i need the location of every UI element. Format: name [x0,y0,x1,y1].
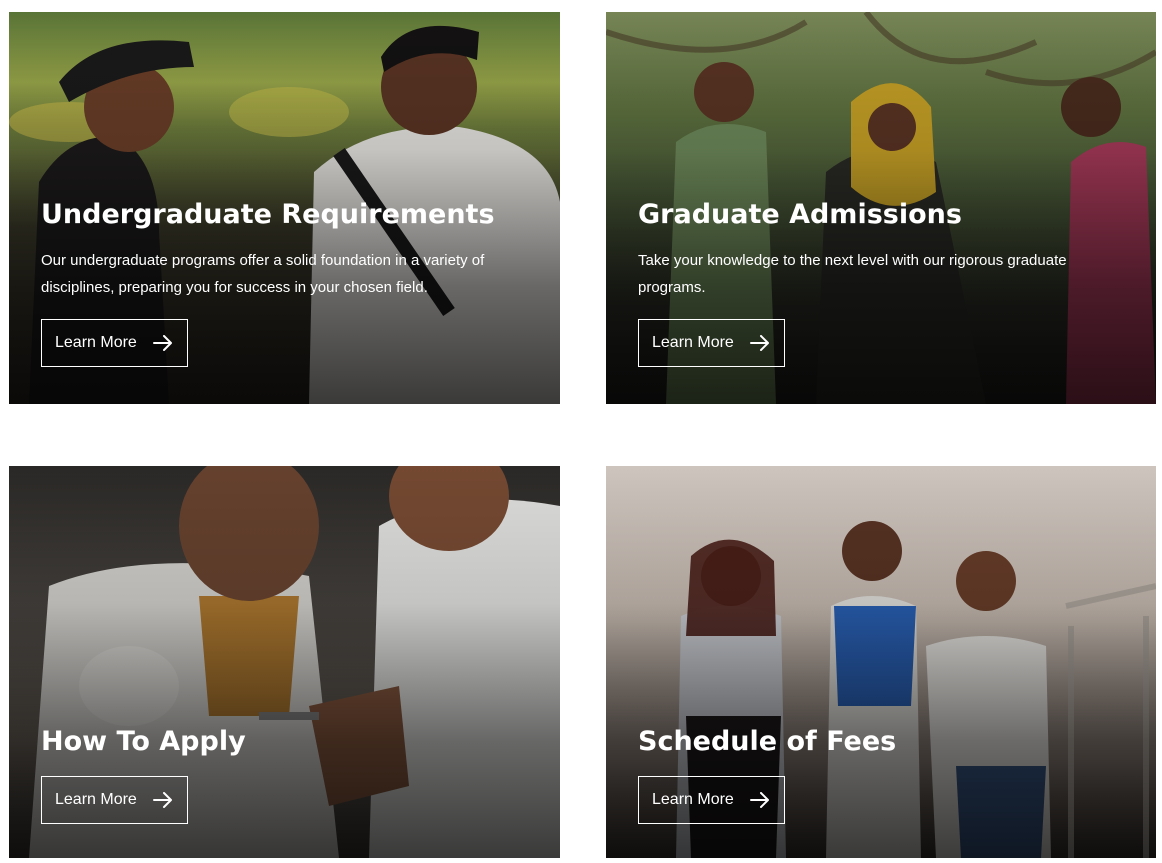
card-schedule-of-fees: Schedule of Fees Learn More [606,466,1156,858]
arrow-right-icon [749,792,770,809]
button-label: Learn More [55,334,137,352]
card-title: Undergraduate Requirements [41,199,495,230]
card-title: How To Apply [41,726,246,757]
button-label: Learn More [55,791,137,809]
arrow-right-icon [152,335,173,352]
learn-more-button[interactable]: Learn More [638,319,785,368]
card-description: Take your knowledge to the next level wi… [638,252,1067,297]
card-content: Graduate Admissions Take your knowledge … [638,199,1124,368]
card-description: Our undergraduate programs offer a solid… [41,252,485,297]
learn-more-button[interactable]: Learn More [41,319,188,368]
card-content: How To Apply Learn More [41,726,528,825]
learn-more-button[interactable]: Learn More [41,776,188,825]
card-graduate-admissions: Graduate Admissions Take your knowledge … [606,12,1156,404]
learn-more-button[interactable]: Learn More [638,776,785,825]
button-label: Learn More [652,791,734,809]
card-title: Schedule of Fees [638,726,897,757]
card-content: Schedule of Fees Learn More [638,726,1124,825]
arrow-right-icon [152,792,173,809]
arrow-right-icon [749,335,770,352]
card-how-to-apply: How To Apply Learn More [9,466,560,858]
card-title: Graduate Admissions [638,199,962,230]
card-content: Undergraduate Requirements Our undergrad… [41,199,528,368]
button-label: Learn More [652,334,734,352]
card-undergraduate-requirements: Undergraduate Requirements Our undergrad… [9,12,560,404]
